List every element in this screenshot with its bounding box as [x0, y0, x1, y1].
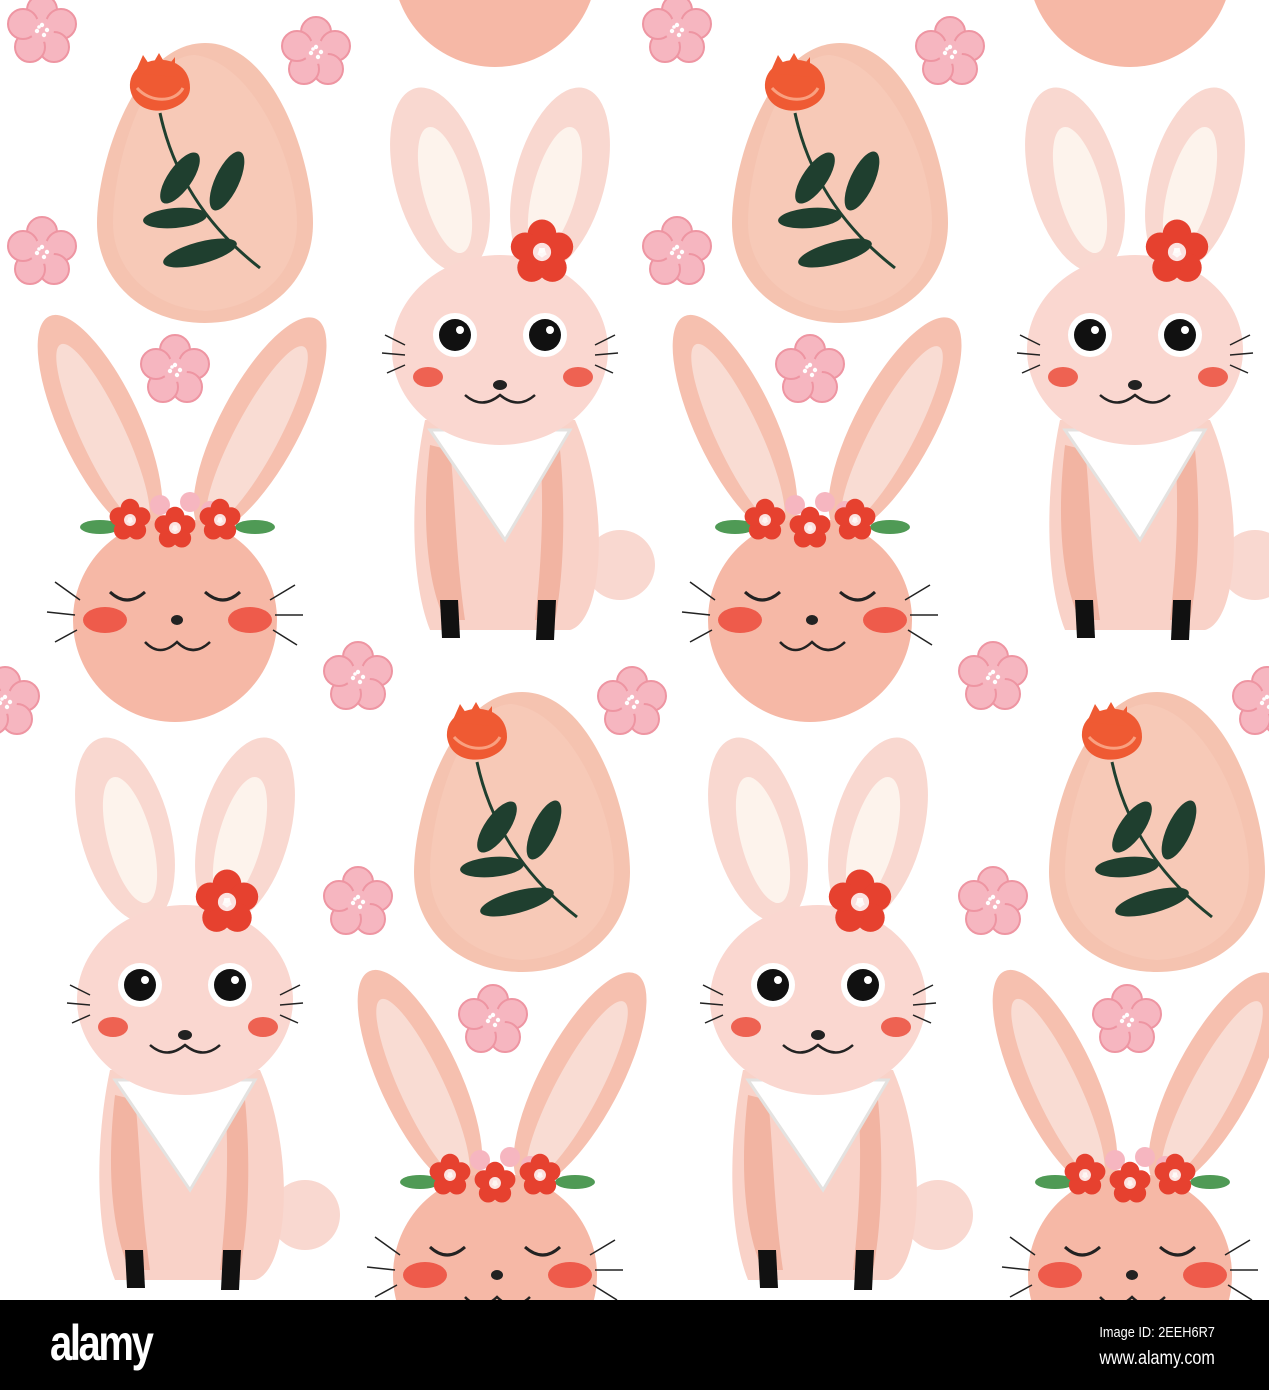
watermark-footer: alamy Image ID: 2EEH6R7 www.alamy.com	[0, 1300, 1269, 1390]
site-url: www.alamy.com	[1099, 1348, 1215, 1369]
easter-bunny-pattern	[0, 0, 1269, 1300]
image-id: Image ID: 2EEH6R7	[1099, 1324, 1215, 1341]
alamy-logo: alamy	[50, 1315, 154, 1371]
